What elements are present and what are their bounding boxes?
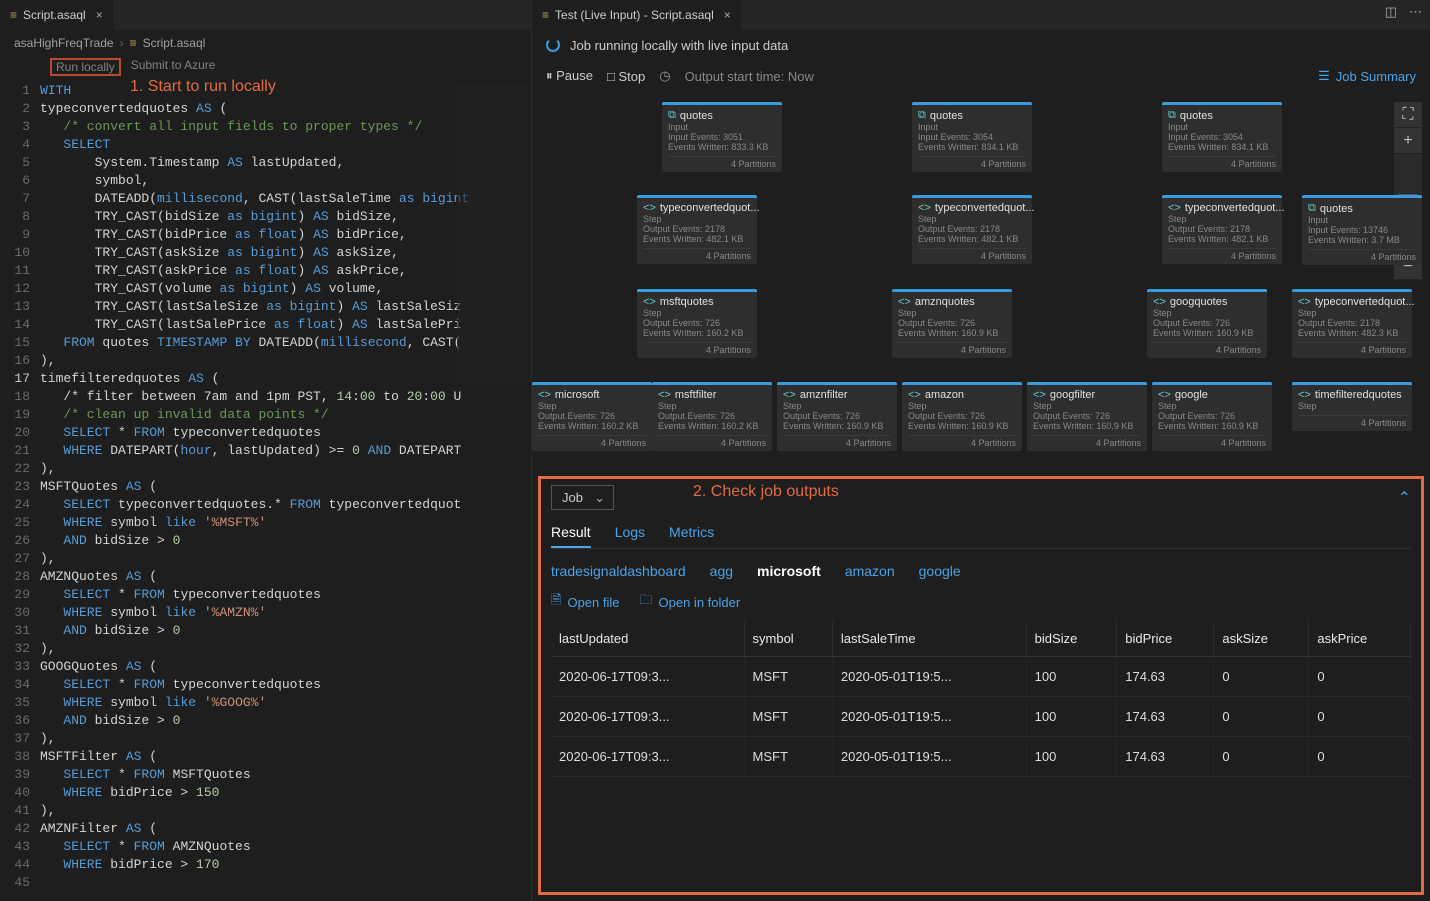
diagram-node-q1[interactable]: ⧉ quotesInputInput Events: 3051Events Wr… — [662, 102, 782, 172]
diagram-node-t4[interactable]: <> typeconvertedquot...StepOutput Events… — [1292, 289, 1412, 358]
more-icon[interactable]: ⋯ — [1409, 4, 1422, 20]
subtab-tradesignaldashboard[interactable]: tradesignaldashboard — [551, 559, 686, 583]
job-diagram[interactable]: ⛶ + − ⧉ quotesInputInput Events: 3051Eve… — [532, 92, 1430, 472]
close-icon[interactable]: × — [96, 8, 103, 22]
diagram-node-g1[interactable]: <> googquotesStepOutput Events: 726Event… — [1147, 289, 1267, 358]
job-summary-link[interactable]: ☰ Job Summary — [1318, 68, 1416, 84]
tab-row: ≡ Script.asaql × — [0, 0, 531, 30]
col-askPrice[interactable]: askPrice — [1309, 621, 1411, 657]
file-icon: ≡ — [542, 8, 549, 22]
col-bidPrice[interactable]: bidPrice — [1117, 621, 1214, 657]
tab-logs[interactable]: Logs — [615, 518, 645, 548]
diagram-node-am[interactable]: <> amazonStepOutput Events: 726Events Wr… — [902, 382, 1022, 451]
split-editor-icon[interactable]: ◫ — [1385, 4, 1397, 20]
tab-label: Script.asaql — [23, 8, 86, 22]
run-locally-link[interactable]: Run locally — [50, 58, 121, 76]
diagram-node-af[interactable]: <> amznfilterStepOutput Events: 726Event… — [777, 382, 897, 451]
diagram-node-q3[interactable]: ⧉ quotesInputInput Events: 3054Events Wr… — [1162, 102, 1282, 172]
minimap[interactable] — [457, 84, 527, 384]
stop-button[interactable]: □ Stop — [607, 69, 645, 84]
spinner-icon — [546, 38, 560, 52]
clock-icon: ◷ — [659, 68, 670, 84]
subtab-amazon[interactable]: amazon — [845, 559, 895, 583]
output-subtabs: tradesignaldashboard agg microsoft amazon go… — [551, 559, 1411, 583]
status-text: Job running locally with live input data — [570, 38, 788, 53]
results-table: lastUpdatedsymbollastSaleTimebidSizebidP… — [551, 621, 1411, 777]
results-pane: ≡ Test (Live Input) - Script.asaql × ◫ ⋯… — [532, 0, 1430, 901]
subtab-agg[interactable]: agg — [710, 559, 733, 583]
breadcrumb-root[interactable]: asaHighFreqTrade — [14, 36, 114, 50]
col-lastSaleTime[interactable]: lastSaleTime — [832, 621, 1026, 657]
diagram-node-q4[interactable]: ⧉ quotesInputInput Events: 13746Events W… — [1302, 195, 1422, 265]
table-row[interactable]: 2020-06-17T09:3...MSFT2020-05-01T19:5...… — [551, 697, 1411, 737]
code-editor[interactable]: 1234567891011121314151617181920212223242… — [0, 80, 531, 901]
tab-script[interactable]: ≡ Script.asaql × — [0, 0, 113, 30]
diagram-node-q2[interactable]: ⧉ quotesInputInput Events: 3054Events Wr… — [912, 102, 1032, 172]
breadcrumb-file[interactable]: Script.asaql — [143, 36, 206, 50]
output-tabs: Result Logs Metrics — [551, 518, 1411, 549]
annotation-1: 1. Start to run locally — [130, 78, 276, 96]
codelens-actions: Run locally Submit to Azure — [0, 56, 531, 80]
subtab-microsoft[interactable]: microsoft — [757, 559, 821, 583]
pause-button[interactable]: ⏸ Pause — [546, 68, 593, 84]
submit-azure-link[interactable]: Submit to Azure — [131, 58, 216, 76]
col-bidSize[interactable]: bidSize — [1026, 621, 1117, 657]
job-select[interactable]: Job — [551, 485, 614, 510]
zoom-in-button[interactable]: + — [1394, 128, 1422, 154]
annotation-2: 2. Check job outputs — [693, 483, 839, 501]
status-bar: Job running locally with live input data — [532, 30, 1430, 60]
file-icon: ≡ — [130, 36, 137, 50]
line-gutter: 1234567891011121314151617181920212223242… — [0, 82, 40, 892]
col-symbol[interactable]: symbol — [744, 621, 832, 657]
diagram-node-t2[interactable]: <> typeconvertedquot...StepOutput Events… — [912, 195, 1032, 264]
fit-icon[interactable]: ⛶ — [1394, 102, 1422, 128]
subtab-google[interactable]: google — [919, 559, 961, 583]
tab-row-right: ≡ Test (Live Input) - Script.asaql × ◫ ⋯ — [532, 0, 1430, 30]
diagram-node-ms[interactable]: <> microsoftStepOutput Events: 726Events… — [532, 382, 652, 451]
tab-result[interactable]: Result — [551, 518, 591, 548]
table-row[interactable]: 2020-06-17T09:3...MSFT2020-05-01T19:5...… — [551, 737, 1411, 777]
close-icon[interactable]: × — [724, 8, 731, 22]
list-icon: ☰ — [1318, 68, 1330, 84]
output-panel: 2. Check job outputs Job ⌃ Result Logs Met… — [538, 476, 1424, 895]
chevron-up-icon[interactable]: ⌃ — [1398, 488, 1411, 508]
diagram-node-t1[interactable]: <> typeconvertedquot...StepOutput Events… — [637, 195, 757, 264]
tab-label: Test (Live Input) - Script.asaql — [555, 8, 714, 22]
open-file-link[interactable]: 🗎 Open file — [551, 591, 620, 613]
diagram-node-a1[interactable]: <> amznquotesStepOutput Events: 726Event… — [892, 289, 1012, 358]
table-row[interactable]: 2020-06-17T09:3...MSFT2020-05-01T19:5...… — [551, 657, 1411, 697]
tab-test-live[interactable]: ≡ Test (Live Input) - Script.asaql × — [532, 0, 741, 30]
chevron-right-icon: › — [120, 36, 124, 50]
diagram-node-m1[interactable]: <> msftquotesStepOutput Events: 726Event… — [637, 289, 757, 358]
tab-actions: ◫ ⋯ — [1385, 4, 1422, 20]
tab-metrics[interactable]: Metrics — [669, 518, 714, 548]
editor-pane: ≡ Script.asaql × asaHighFreqTrade › ≡ Sc… — [0, 0, 532, 901]
diagram-node-tf[interactable]: <> timefilteredquotesStep4 Partitions — [1292, 382, 1412, 431]
col-askSize[interactable]: askSize — [1214, 621, 1309, 657]
diagram-node-gf[interactable]: <> googfilterStepOutput Events: 726Event… — [1027, 382, 1147, 451]
diagram-node-mf[interactable]: <> msftfilterStepOutput Events: 726Event… — [652, 382, 772, 451]
diagram-node-t3[interactable]: <> typeconvertedquot...StepOutput Events… — [1162, 195, 1282, 264]
file-icon: ≡ — [10, 8, 17, 22]
diagram-node-go[interactable]: <> googleStepOutput Events: 726Events Wr… — [1152, 382, 1272, 451]
open-folder-link[interactable]: 🗀 Open in folder — [640, 591, 741, 613]
job-toolbar: ⏸ Pause □ Stop ◷ Output start time: Now … — [532, 60, 1430, 92]
breadcrumb: asaHighFreqTrade › ≡ Script.asaql — [0, 30, 531, 56]
start-time-text: Output start time: Now — [685, 69, 814, 84]
col-lastUpdated[interactable]: lastUpdated — [551, 621, 744, 657]
